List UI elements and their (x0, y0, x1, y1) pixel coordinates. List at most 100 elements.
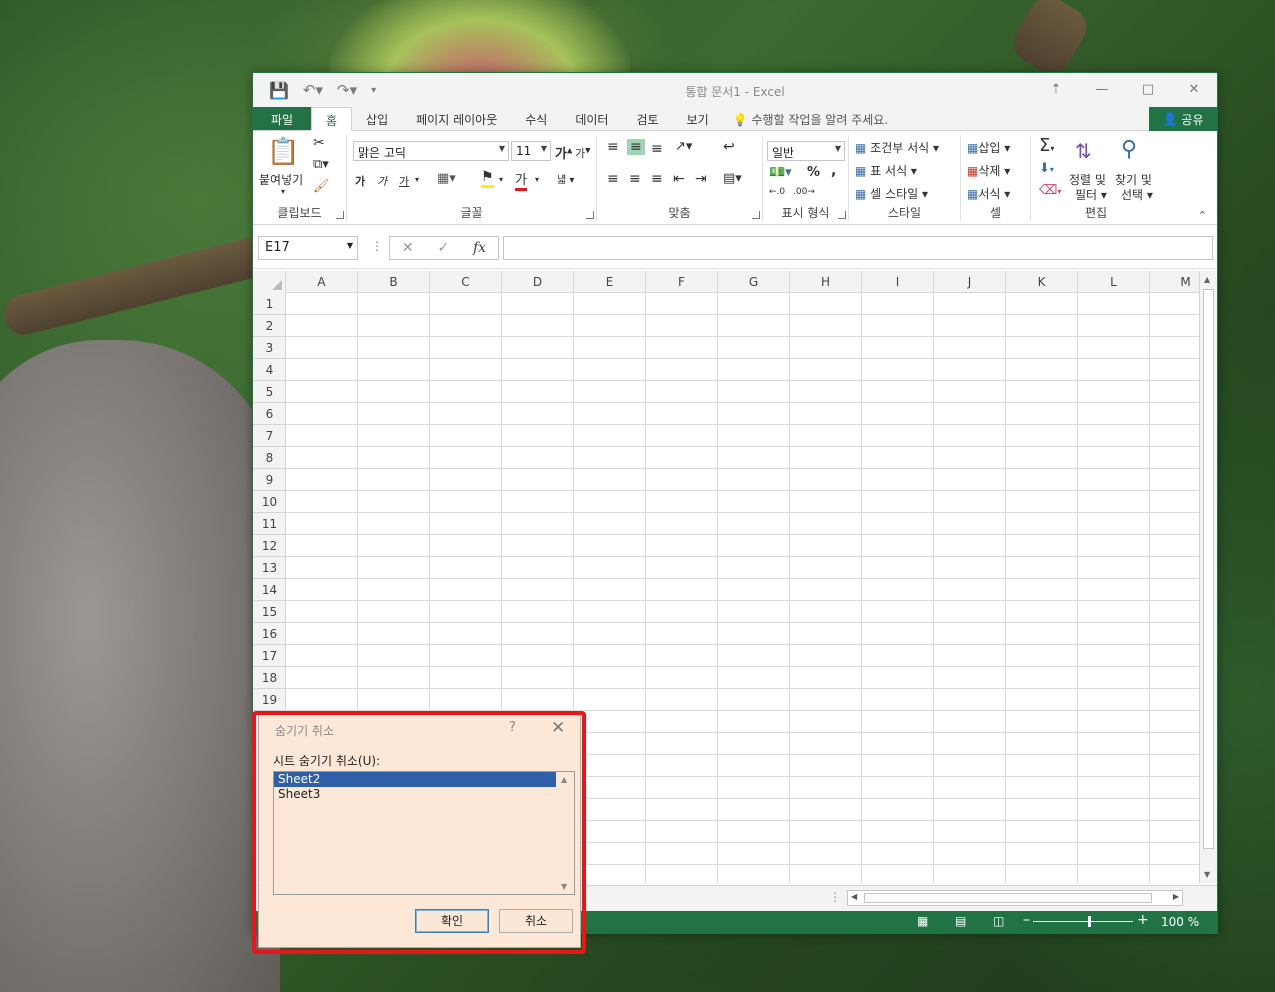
row-header[interactable]: 4 (253, 359, 286, 381)
scroll-up-icon[interactable]: ▲ (561, 775, 567, 784)
row-header[interactable]: 18 (253, 667, 286, 689)
column-header[interactable]: B (358, 271, 430, 293)
accounting-icon[interactable]: 💵▾ (769, 165, 792, 180)
dialog-close-icon[interactable]: ✕ (551, 718, 565, 738)
undo-icon[interactable]: ↶▾ (303, 81, 323, 99)
row-header[interactable]: 2 (253, 315, 286, 337)
column-header[interactable]: H (790, 271, 862, 293)
font-size-select[interactable]: 11 ▼ (511, 141, 551, 161)
select-all-corner[interactable] (253, 271, 286, 293)
zoom-slider-thumb[interactable] (1088, 916, 1091, 927)
font-color-button[interactable]: 가 (515, 169, 527, 191)
paste-dropdown-icon[interactable]: ▾ (281, 187, 285, 196)
row-header[interactable]: 7 (253, 425, 286, 447)
conditional-format-button[interactable]: ▦ 조건부 서식 ▾ (855, 139, 939, 156)
tell-me-search[interactable]: 💡 수행할 작업을 알려 주세요. (723, 107, 898, 130)
row-header[interactable]: 9 (253, 469, 286, 491)
copy-icon[interactable]: ⧉▾ (313, 157, 329, 172)
column-header[interactable]: E (574, 271, 646, 293)
page-break-view-icon[interactable]: ◫ (993, 914, 1004, 928)
bold-button[interactable]: 가 (355, 173, 365, 189)
format-painter-icon[interactable]: 🖌 (313, 179, 330, 194)
formula-input[interactable] (503, 236, 1213, 260)
scroll-up-icon[interactable]: ▲ (1204, 275, 1210, 284)
decrease-decimal-icon[interactable]: .00→ (793, 187, 815, 197)
column-header[interactable]: C (430, 271, 502, 293)
column-header[interactable]: F (646, 271, 718, 293)
row-header[interactable]: 6 (253, 403, 286, 425)
align-middle-icon[interactable]: ≡ (627, 139, 645, 155)
row-header[interactable]: 16 (253, 623, 286, 645)
font-name-select[interactable]: 맑은 고딕 ▼ (353, 141, 509, 161)
sheet-listbox[interactable]: Sheet2 Sheet3 ▲ ▼ (273, 771, 575, 895)
number-format-select[interactable]: 일반 ▼ (767, 141, 845, 161)
scroll-down-icon[interactable]: ▼ (1204, 870, 1210, 879)
tab-insert[interactable]: 삽입 (352, 107, 402, 130)
fill-color-icon[interactable]: ⚑ (481, 169, 494, 188)
listbox-scrollbar[interactable]: ▲ ▼ (556, 772, 574, 894)
row-header[interactable]: 5 (253, 381, 286, 403)
column-header[interactable]: L (1078, 271, 1150, 293)
maximize-button[interactable]: □ (1125, 73, 1171, 105)
scroll-right-icon[interactable]: ▶ (1173, 892, 1179, 901)
underline-button[interactable]: 가 (399, 173, 409, 189)
ok-button[interactable]: 확인 (415, 909, 489, 933)
format-cells-button[interactable]: ▦서식 ▾ (967, 185, 1010, 202)
row-header[interactable]: 10 (253, 491, 286, 513)
cancel-entry-icon[interactable]: ✕ (402, 240, 414, 256)
row-header[interactable]: 11 (253, 513, 286, 535)
row-header[interactable]: 13 (253, 557, 286, 579)
percent-button[interactable]: % (807, 165, 820, 180)
column-header[interactable]: K (1006, 271, 1078, 293)
row-header[interactable]: 12 (253, 535, 286, 557)
tab-page-layout[interactable]: 페이지 레이아웃 (402, 107, 511, 130)
clipboard-launcher-icon[interactable] (336, 211, 344, 219)
tab-review[interactable]: 검토 (622, 107, 672, 130)
confirm-entry-icon[interactable]: ✓ (437, 240, 449, 256)
insert-function-icon[interactable]: fx (473, 240, 486, 256)
tab-formulas[interactable]: 수식 (511, 107, 561, 130)
phonetic-button[interactable]: 냷 ▾ (557, 171, 574, 186)
tab-splitter-icon[interactable]: ⋮ (829, 890, 841, 904)
help-button[interactable]: ? (509, 720, 516, 735)
vertical-scrollbar[interactable]: ▲ ▼ (1199, 271, 1217, 883)
redo-icon[interactable]: ↷▾ (337, 81, 357, 99)
grow-font-button[interactable]: 가▲ (555, 143, 572, 162)
row-header[interactable]: 1 (253, 293, 286, 315)
row-header[interactable]: 17 (253, 645, 286, 667)
list-item-sheet2[interactable]: Sheet2 (274, 772, 556, 787)
fill-icon[interactable]: ⬇▾ (1039, 161, 1054, 176)
row-header[interactable]: 14 (253, 579, 286, 601)
align-left-icon[interactable]: ≡ (607, 171, 619, 187)
column-header[interactable]: I (862, 271, 934, 293)
format-table-button[interactable]: ▦ 표 서식 ▾ (855, 162, 917, 179)
fill-color-dropdown-icon[interactable]: ▾ (499, 175, 503, 184)
zoom-level[interactable]: 100 % (1161, 915, 1199, 929)
customize-toolbar-icon[interactable]: ▾ (371, 85, 376, 96)
autosum-icon[interactable]: Σ▾ (1039, 135, 1054, 156)
ribbon-display-icon[interactable]: ⇡ (1033, 73, 1079, 105)
align-bottom-icon[interactable]: ≡ (651, 141, 663, 157)
align-top-icon[interactable]: ≡ (607, 139, 619, 155)
horizontal-scroll-thumb[interactable] (864, 893, 1152, 903)
name-box[interactable]: E17 ▼ (258, 236, 358, 260)
column-header[interactable]: M (1150, 271, 1199, 293)
cut-icon[interactable]: ✂ (313, 135, 325, 151)
number-launcher-icon[interactable] (838, 211, 846, 219)
wrap-text-icon[interactable]: ↩ (723, 139, 735, 155)
row-header[interactable]: 8 (253, 447, 286, 469)
share-button[interactable]: 👤 공유 (1149, 107, 1217, 131)
borders-icon[interactable]: ▦▾ (437, 171, 456, 186)
row-header[interactable]: 3 (253, 337, 286, 359)
paste-icon[interactable]: 📋 (267, 137, 299, 167)
zoom-out-icon[interactable]: – (1023, 912, 1030, 928)
shrink-font-button[interactable]: 가▼ (575, 145, 591, 161)
cell-styles-button[interactable]: ▦ 셀 스타일 ▾ (855, 185, 928, 202)
scroll-left-icon[interactable]: ◀ (851, 892, 857, 901)
align-center-icon[interactable]: ≡ (629, 171, 641, 187)
row-header[interactable]: 19 (253, 689, 286, 711)
align-right-icon[interactable]: ≡ (651, 171, 663, 187)
font-color-dropdown-icon[interactable]: ▾ (535, 175, 539, 184)
tab-data[interactable]: 데이터 (561, 107, 622, 130)
zoom-in-icon[interactable]: + (1137, 912, 1149, 928)
